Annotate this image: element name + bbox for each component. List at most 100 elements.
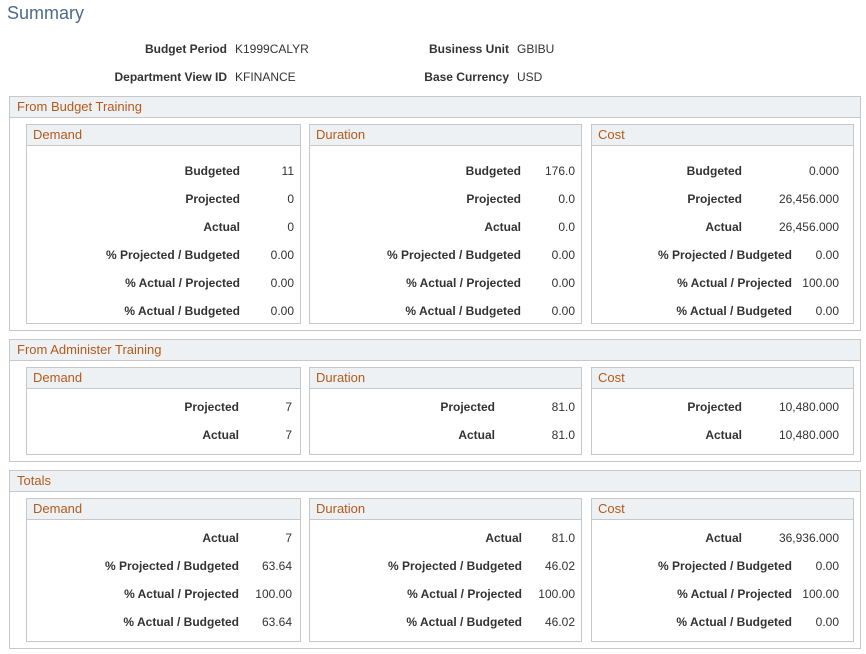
box-title: Cost (592, 368, 853, 389)
row-value: 0.00 (551, 276, 575, 290)
row-label: Budgeted (686, 164, 742, 178)
row-value: 7 (285, 428, 292, 442)
page-title: Summary (7, 3, 85, 23)
row-value: 100.00 (255, 587, 292, 601)
box-title: Cost (592, 499, 853, 520)
box-title: Duration (310, 499, 581, 520)
section-title: Totals (10, 471, 860, 492)
row-label: % Projected / Budgeted (657, 559, 792, 573)
row-value: 0.00 (270, 248, 294, 262)
totals-demand-box: Demand Actual 7 % Projected / Budgeted 63.… (26, 498, 301, 642)
row-value: 0.0 (558, 220, 575, 234)
row-value: 0.00 (815, 248, 839, 262)
row-label: % Actual / Budgeted (405, 304, 521, 318)
row-label: Actual (705, 428, 742, 442)
row-label: Budgeted (465, 164, 521, 178)
row-label: Actual (203, 220, 240, 234)
row-value: 81.0 (551, 428, 575, 442)
row-label: % Actual / Projected (406, 276, 521, 290)
row-label: % Projected / Budgeted (657, 248, 792, 262)
row-label: Projected (185, 192, 240, 206)
section-title: From Budget Training (10, 97, 860, 118)
row-value: 0.00 (551, 304, 575, 318)
row-label: % Projected / Budgeted (105, 248, 240, 262)
row-value: 36,936.000 (778, 531, 839, 545)
row-value: 0.00 (815, 615, 839, 629)
row-label: % Projected / Budgeted (386, 248, 521, 262)
row-value: 10,480.000 (778, 428, 839, 442)
row-label: Actual (484, 220, 521, 234)
row-label: Projected (440, 400, 495, 414)
row-label: % Actual / Budgeted (676, 304, 792, 318)
business-unit-label: Business Unit (428, 42, 509, 56)
row-label: Actual (485, 531, 522, 545)
row-label: % Actual / Budgeted (123, 615, 239, 629)
row-label: % Projected / Budgeted (387, 559, 522, 573)
row-value: 0.00 (270, 304, 294, 318)
row-value: 0 (287, 220, 294, 234)
base-currency-label: Base Currency (424, 70, 509, 84)
administer-duration-box: Duration Projected 81.0 Actual 81.0 (309, 367, 582, 455)
row-value: 26,456.000 (778, 220, 839, 234)
row-label: Actual (705, 220, 742, 234)
row-value: 26,456.000 (778, 192, 839, 206)
row-label: Projected (687, 400, 742, 414)
row-value: 81.0 (551, 400, 575, 414)
department-view-value: KFINANCE (235, 70, 296, 84)
totals-section: Totals Demand Actual 7 % Projected / Budg… (9, 470, 861, 649)
department-view-label: Department View ID (114, 70, 227, 84)
business-unit-value: GBIBU (517, 42, 555, 56)
box-title: Demand (27, 368, 300, 389)
row-label: Actual (202, 428, 239, 442)
box-title: Duration (310, 368, 581, 389)
row-value: 0.0 (558, 192, 575, 206)
row-label: Projected (466, 192, 521, 206)
row-value: 176.0 (544, 164, 575, 178)
administer-training-section: From Administer Training Demand Projecte… (9, 339, 861, 462)
row-value: 11 (281, 164, 294, 178)
row-value: 0 (287, 192, 294, 206)
budget-cost-box: Cost Budgeted 0.000 Projected 26,456.000 A… (591, 124, 854, 324)
row-label: % Actual / Projected (125, 276, 240, 290)
row-value: 81.0 (551, 531, 575, 545)
row-value: 46.02 (544, 615, 575, 629)
row-value: 100.00 (802, 587, 839, 601)
row-label: Actual (705, 531, 742, 545)
budget-period-value: K1999CALYR (235, 42, 309, 56)
row-value: 63.64 (261, 615, 292, 629)
row-label: Budgeted (184, 164, 240, 178)
row-value: 63.64 (261, 559, 292, 573)
row-label: % Actual / Budgeted (124, 304, 240, 318)
budget-training-section: From Budget Training Demand Budgeted 11 P… (9, 96, 861, 331)
section-title: From Administer Training (10, 340, 860, 361)
row-value: 0.00 (815, 559, 839, 573)
row-value: 7 (285, 400, 292, 414)
row-value: 100.00 (802, 276, 839, 290)
box-title: Duration (310, 125, 581, 146)
row-value: 0.00 (551, 248, 575, 262)
row-value: 46.02 (544, 559, 575, 573)
row-label: Projected (687, 192, 742, 206)
row-label: Projected (184, 400, 239, 414)
row-label: % Actual / Projected (407, 587, 522, 601)
base-currency-value: USD (517, 70, 543, 84)
row-label: Actual (458, 428, 495, 442)
budget-duration-box: Duration Budgeted 176.0 Projected 0.0 Actu… (309, 124, 582, 324)
row-value: 100.00 (538, 587, 575, 601)
administer-cost-box: Cost Projected 10,480.000 Actual 10,480.00… (591, 367, 854, 455)
row-value: 0.000 (808, 164, 839, 178)
row-value: 10,480.000 (778, 400, 839, 414)
row-label: % Projected / Budgeted (104, 559, 239, 573)
row-label: % Actual / Projected (124, 587, 239, 601)
budget-period-label: Budget Period (144, 42, 227, 56)
row-label: % Actual / Budgeted (406, 615, 522, 629)
row-value: 7 (285, 531, 292, 545)
row-label: % Actual / Projected (677, 276, 792, 290)
row-value: 0.00 (270, 276, 294, 290)
row-value: 0.00 (815, 304, 839, 318)
budget-demand-box: Demand Budgeted 11 Projected 0 Actual 0 % P… (26, 124, 301, 324)
totals-duration-box: Duration Actual 81.0 % Projected / Budget… (309, 498, 582, 642)
row-label: % Actual / Budgeted (676, 615, 792, 629)
box-title: Demand (27, 499, 300, 520)
box-title: Cost (592, 125, 853, 146)
